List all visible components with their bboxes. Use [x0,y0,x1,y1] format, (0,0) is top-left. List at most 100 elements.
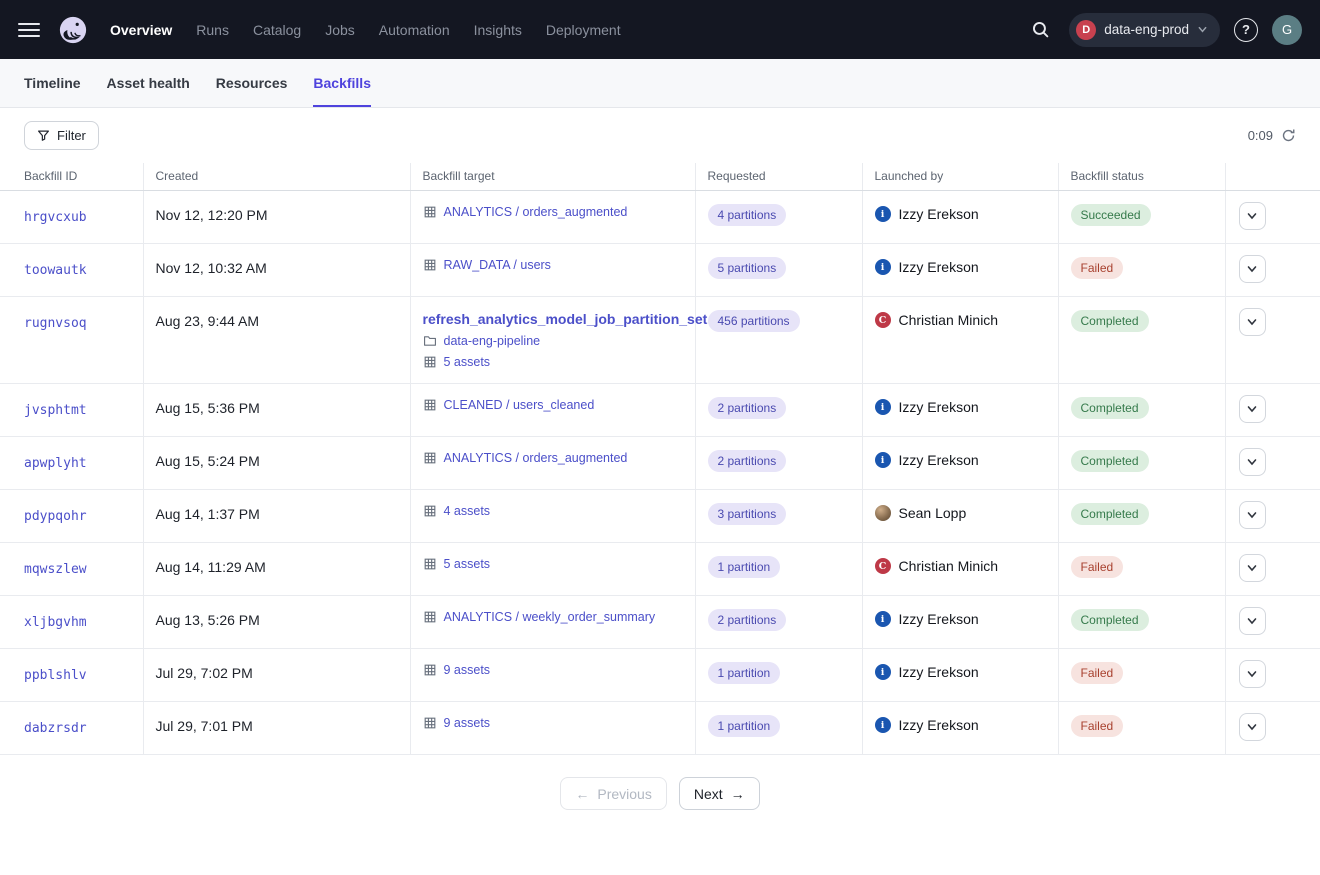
asset-table-icon [423,258,437,272]
refresh-icon[interactable] [1281,128,1296,143]
tab-resources[interactable]: Resources [216,59,288,107]
backfill-target-link[interactable]: 9 assets [444,716,491,730]
nav-item-catalog[interactable]: Catalog [253,22,301,38]
next-page-button[interactable]: Next → [679,777,760,810]
backfill-target-link[interactable]: ANALYTICS / weekly_order_summary [444,610,656,624]
filter-button[interactable]: Filter [24,121,99,150]
funnel-icon [37,129,50,142]
asset-table-icon [423,663,437,677]
backfill-id-link[interactable]: mqwszlew [24,562,87,577]
table-row: rugnvsoq Aug 23, 9:44 AM refresh_analyti… [0,297,1320,384]
user-avatar[interactable]: G [1272,15,1302,45]
deployment-name: data-eng-prod [1104,22,1189,37]
table-row: ppblshlv Jul 29, 7:02 PM 9 assets 1 part… [0,649,1320,702]
backfill-target-link[interactable]: ANALYTICS / orders_augmented [444,205,628,219]
requested-badge: 2 partitions [708,450,787,472]
pagination: ← Previous Next → [0,777,1320,810]
launched-by-name: Izzy Erekson [899,664,979,680]
chevron-down-icon [1246,509,1258,521]
row-menu-button[interactable] [1239,255,1266,283]
created-timestamp: Aug 23, 9:44 AM [156,313,260,329]
backfill-id-link[interactable]: rugnvsoq [24,316,87,331]
backfill-id-link[interactable]: xljbgvhm [24,615,87,630]
backfill-id-link[interactable]: apwplyht [24,456,87,471]
backfill-target-link[interactable]: 9 assets [444,663,491,677]
created-timestamp: Jul 29, 7:01 PM [156,718,253,734]
status-badge: Completed [1071,450,1149,472]
backfill-target-link[interactable]: 5 assets [444,557,491,571]
backfill-target-link[interactable]: RAW_DATA / users [444,258,551,272]
requested-badge: 1 partition [708,662,781,684]
filter-label: Filter [57,128,86,143]
nav-item-overview[interactable]: Overview [110,22,172,38]
requested-badge: 2 partitions [708,397,787,419]
table-row: toowautk Nov 12, 10:32 AM RAW_DATA / use… [0,244,1320,297]
status-badge: Succeeded [1071,204,1151,226]
row-menu-button[interactable] [1239,713,1266,741]
created-timestamp: Aug 14, 11:29 AM [156,559,266,575]
created-timestamp: Jul 29, 7:02 PM [156,665,253,681]
previous-page-button[interactable]: ← Previous [560,777,666,810]
row-menu-button[interactable] [1239,501,1266,529]
deployment-switcher[interactable]: D data-eng-prod [1069,13,1220,47]
asset-table-icon [423,451,437,465]
nav-item-jobs[interactable]: Jobs [325,22,355,38]
table-row: jvsphtmt Aug 15, 5:36 PM CLEANED / users… [0,384,1320,437]
backfill-id-link[interactable]: pdypqohr [24,509,87,524]
dagster-logo-icon[interactable] [58,15,88,45]
avatar: i [875,452,891,468]
status-badge: Completed [1071,503,1149,525]
backfill-id-link[interactable]: toowautk [24,263,87,278]
folder-icon [423,334,437,348]
backfill-target-link[interactable]: CLEANED / users_cleaned [444,398,595,412]
launched-by-name: Izzy Erekson [899,399,979,415]
nav-item-insights[interactable]: Insights [474,22,522,38]
backfill-target-link[interactable]: 4 assets [444,504,491,518]
backfill-target-link[interactable]: 5 assets [444,355,491,369]
avatar: i [875,611,891,627]
requested-badge: 1 partition [708,556,781,578]
requested-badge: 2 partitions [708,609,787,631]
tab-timeline[interactable]: Timeline [24,59,81,107]
backfill-target-link[interactable]: data-eng-pipeline [444,334,541,348]
row-menu-button[interactable] [1239,202,1266,230]
tab-asset-health[interactable]: Asset health [107,59,190,107]
status-badge: Completed [1071,609,1149,631]
backfill-id-link[interactable]: ppblshlv [24,668,87,683]
avatar: C [875,558,891,574]
help-icon[interactable]: ? [1234,18,1258,42]
chevron-down-icon [1197,24,1208,35]
search-icon[interactable] [1025,15,1055,45]
status-badge: Completed [1071,310,1149,332]
status-badge: Failed [1071,715,1124,737]
nav-item-deployment[interactable]: Deployment [546,22,621,38]
status-badge: Failed [1071,257,1124,279]
launched-by-name: Izzy Erekson [899,611,979,627]
row-menu-button[interactable] [1239,448,1266,476]
asset-table-icon [423,557,437,571]
table-row: apwplyht Aug 15, 5:24 PM ANALYTICS / ord… [0,437,1320,490]
backfill-target-link[interactable]: refresh_analytics_model_job_partition_se… [423,311,708,327]
nav-item-automation[interactable]: Automation [379,22,450,38]
nav-item-runs[interactable]: Runs [196,22,229,38]
launched-by-name: Izzy Erekson [899,259,979,275]
column-header: Backfill status [1058,163,1225,191]
avatar: i [875,717,891,733]
row-menu-button[interactable] [1239,554,1266,582]
row-menu-button[interactable] [1239,395,1266,423]
avatar: C [875,312,891,328]
backfill-id-link[interactable]: hrgvcxub [24,210,87,225]
chevron-down-icon [1246,403,1258,415]
column-header: Requested [695,163,862,191]
row-menu-button[interactable] [1239,607,1266,635]
backfill-id-link[interactable]: dabzrsdr [24,721,87,736]
column-header: Created [143,163,410,191]
tab-backfills[interactable]: Backfills [313,59,371,107]
backfill-target-link[interactable]: ANALYTICS / orders_augmented [444,451,628,465]
right-arrow-icon: → [731,786,745,802]
created-timestamp: Nov 12, 12:20 PM [156,207,268,223]
backfill-id-link[interactable]: jvsphtmt [24,403,87,418]
hamburger-menu-icon[interactable] [18,23,40,37]
row-menu-button[interactable] [1239,660,1266,688]
row-menu-button[interactable] [1239,308,1266,336]
